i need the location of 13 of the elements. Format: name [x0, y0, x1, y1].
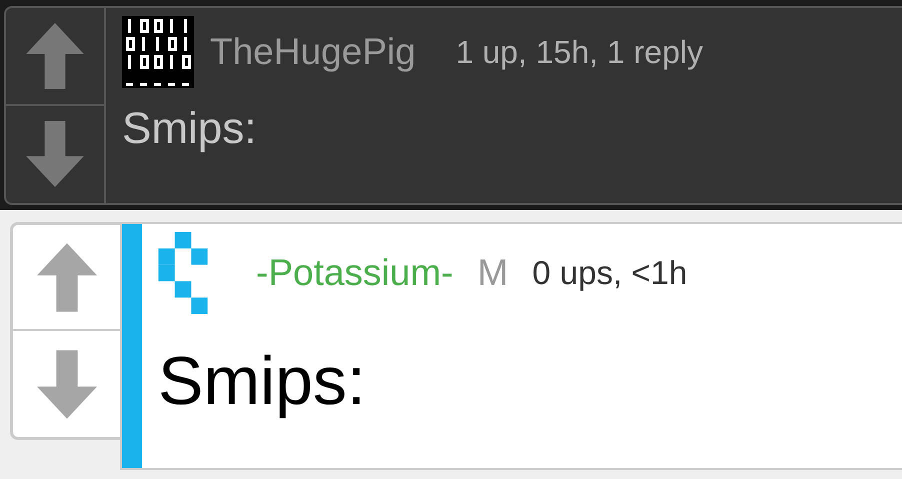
down-arrow-icon — [26, 121, 84, 188]
username[interactable]: TheHugePig — [210, 24, 416, 80]
comment-meta: 1 up, 15h, 1 reply — [456, 33, 703, 72]
username[interactable]: -Potassium- — [256, 245, 454, 301]
mod-label: M — [477, 251, 508, 296]
up-arrow-icon — [26, 22, 84, 89]
comment-text: Smips: — [122, 103, 258, 155]
comment-meta: 0 ups, <1h — [532, 253, 688, 294]
comment-text: Smips: — [158, 342, 367, 421]
down-arrow-icon — [36, 350, 96, 418]
avatar-icon — [122, 16, 194, 88]
up-arrow-icon — [36, 242, 96, 312]
avatar-icon — [158, 232, 208, 314]
